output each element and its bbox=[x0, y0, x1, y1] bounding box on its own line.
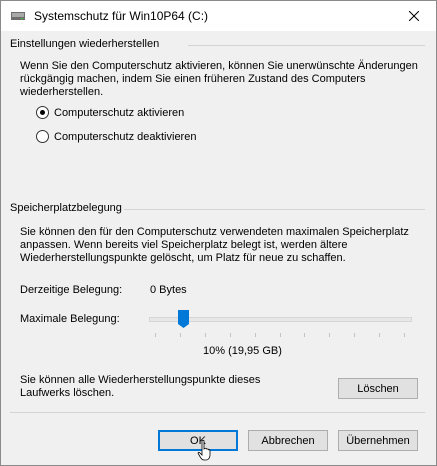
apply-button[interactable]: Übernehmen bbox=[338, 430, 418, 451]
disk-usage-description: Sie können den für den Computerschutz ve… bbox=[20, 226, 420, 265]
max-usage-label: Maximale Belegung: bbox=[20, 313, 120, 325]
slider-tick bbox=[404, 333, 405, 337]
radio-button-selected[interactable] bbox=[36, 106, 49, 119]
slider-tick bbox=[155, 333, 156, 337]
description-line: wiederherstellen. bbox=[20, 86, 104, 98]
radio-button[interactable] bbox=[36, 130, 49, 143]
description-line: Sie können alle Wiederherstellungspunkte… bbox=[20, 374, 261, 386]
slider-tick bbox=[230, 333, 231, 337]
current-usage-value: 0 Bytes bbox=[150, 284, 187, 296]
close-icon bbox=[409, 11, 419, 21]
footer-divider bbox=[10, 412, 425, 413]
radio-enable-protection[interactable]: Computerschutz aktivieren bbox=[36, 106, 184, 119]
title-bar: Systemschutz für Win10P64 (C:) bbox=[1, 1, 436, 31]
slider-tick bbox=[180, 333, 181, 337]
slider-tick bbox=[329, 333, 330, 337]
max-usage-slider-thumb[interactable] bbox=[178, 310, 189, 328]
window-title: Systemschutz für Win10P64 (C:) bbox=[34, 9, 209, 23]
slider-tick bbox=[280, 333, 281, 337]
slider-tick bbox=[255, 333, 256, 337]
radio-disable-protection[interactable]: Computerschutz deaktivieren bbox=[36, 130, 196, 143]
description-line: Wenn Sie den Computerschutz aktivieren, … bbox=[20, 60, 418, 72]
description-line: Wiederherstellungspunkte gelöscht, um Pl… bbox=[20, 252, 346, 264]
slider-tick bbox=[379, 333, 380, 337]
disk-usage-heading: Speicherplatzbelegung bbox=[10, 202, 122, 214]
restore-settings-heading: Einstellungen wiederherstellen bbox=[10, 38, 160, 50]
cancel-button[interactable]: Abbrechen bbox=[248, 430, 328, 451]
description-line: rückgängig machen, indem Sie einen frühe… bbox=[20, 73, 366, 85]
section-divider bbox=[188, 45, 425, 46]
restore-description: Wenn Sie den Computerschutz aktivieren, … bbox=[20, 60, 420, 99]
description-line: Laufwerks löschen. bbox=[20, 387, 115, 399]
close-button[interactable] bbox=[392, 1, 436, 31]
delete-button[interactable]: Löschen bbox=[338, 378, 418, 399]
radio-label: Computerschutz aktivieren bbox=[54, 106, 185, 119]
drive-icon bbox=[11, 12, 25, 20]
max-usage-value: 10% (19,95 GB) bbox=[203, 345, 282, 357]
slider-tick bbox=[304, 333, 305, 337]
slider-tick bbox=[354, 333, 355, 337]
mouse-pointer-icon bbox=[197, 440, 211, 461]
delete-description: Sie können alle Wiederherstellungspunkte… bbox=[20, 374, 320, 400]
slider-tick bbox=[205, 333, 206, 337]
current-usage-label: Derzeitige Belegung: bbox=[20, 284, 123, 296]
description-line: Sie können den für den Computerschutz ve… bbox=[20, 226, 409, 238]
description-line: anpassen. Wenn bereits viel Speicherplat… bbox=[20, 239, 348, 251]
section-divider bbox=[124, 209, 425, 210]
radio-label: Computerschutz deaktivieren bbox=[54, 130, 197, 143]
